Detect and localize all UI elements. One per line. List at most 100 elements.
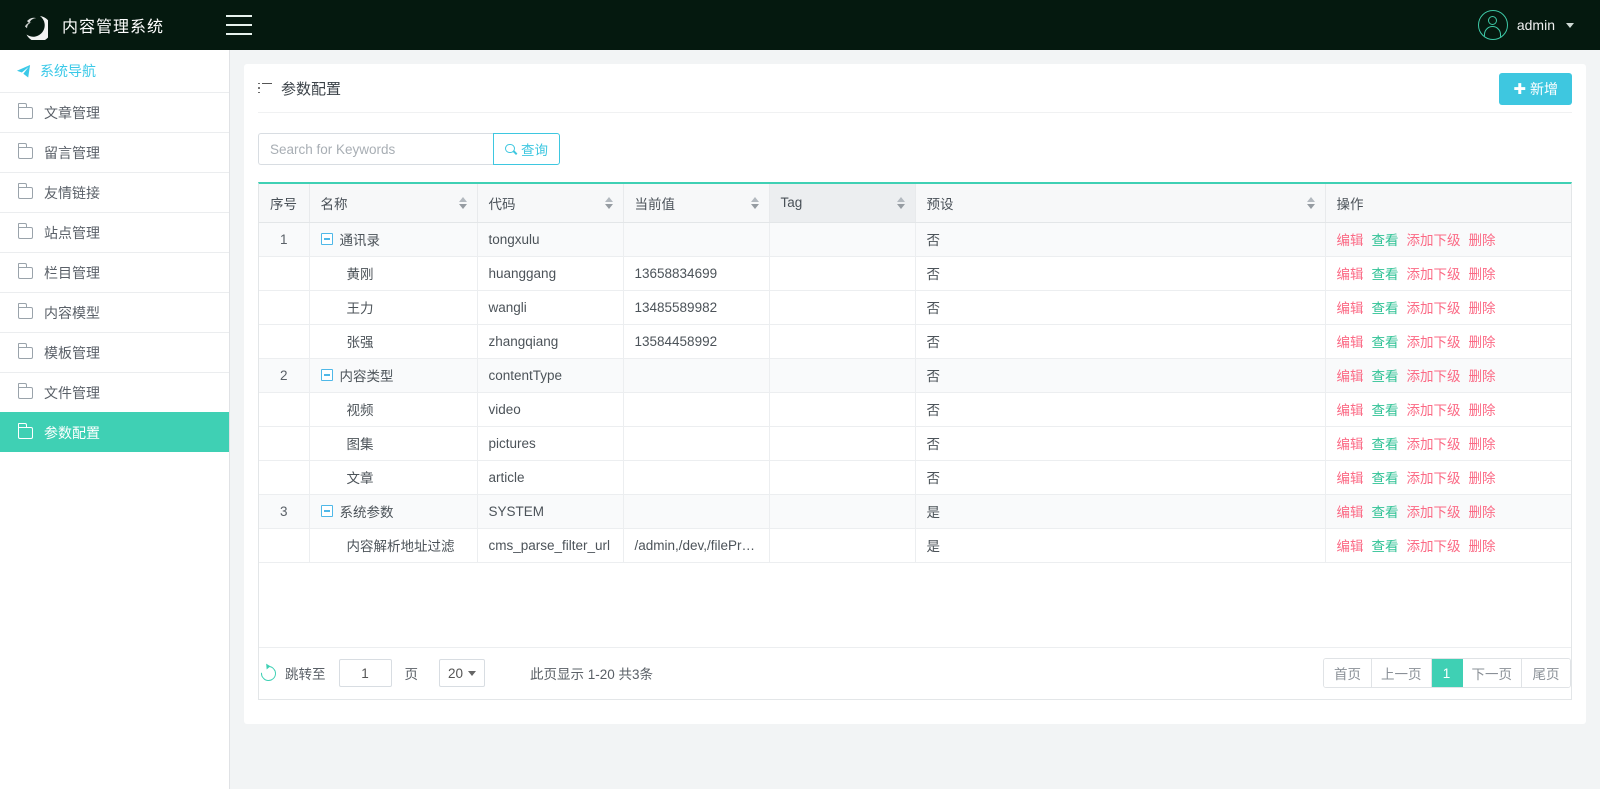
table-empty-space	[259, 562, 1571, 647]
action-link-0[interactable]: 编辑	[1337, 501, 1364, 521]
action-link-2[interactable]: 添加下级	[1407, 365, 1461, 385]
action-link-3[interactable]: 删除	[1469, 229, 1496, 249]
hamburger-icon[interactable]	[226, 15, 253, 35]
column-header-3[interactable]: 当前值	[623, 184, 770, 223]
action-link-2[interactable]: 添加下级	[1407, 501, 1461, 521]
cell-code: article	[477, 460, 624, 495]
column-header-0: 序号	[259, 184, 310, 223]
action-link-3[interactable]: 删除	[1469, 501, 1496, 521]
action-link-1[interactable]: 查看	[1372, 331, 1399, 351]
action-link-1[interactable]: 查看	[1372, 399, 1399, 419]
tree-collapse-icon[interactable]	[320, 369, 333, 381]
sidebar-item-0[interactable]: 文章管理	[0, 92, 229, 132]
sidebar-item-5[interactable]: 内容模型	[0, 292, 229, 332]
action-link-0[interactable]: 编辑	[1337, 399, 1364, 419]
add-button[interactable]: ✚ 新增	[1499, 73, 1572, 105]
action-link-2[interactable]: 添加下级	[1407, 535, 1461, 555]
cell-name-label: 视频	[346, 403, 374, 418]
column-header-6: 操作	[1325, 184, 1571, 223]
sidebar-item-1[interactable]: 留言管理	[0, 132, 229, 172]
column-header-2[interactable]: 代码	[477, 184, 624, 223]
column-header-5[interactable]: 预设	[915, 184, 1326, 223]
cell-name: 文章	[309, 460, 478, 495]
column-header-label: 操作	[1336, 196, 1364, 212]
action-link-2[interactable]: 添加下级	[1407, 229, 1461, 249]
sort-arrows-icon[interactable]	[750, 196, 760, 210]
pagination-button-4[interactable]: 尾页	[1522, 659, 1570, 687]
action-link-3[interactable]: 删除	[1469, 297, 1496, 317]
action-link-0[interactable]: 编辑	[1337, 467, 1364, 487]
search-input[interactable]	[258, 133, 493, 165]
action-link-1[interactable]: 查看	[1372, 365, 1399, 385]
tree-collapse-icon[interactable]	[320, 505, 333, 517]
paper-plane-icon	[16, 64, 31, 79]
action-link-3[interactable]: 删除	[1469, 365, 1496, 385]
action-link-3[interactable]: 删除	[1469, 535, 1496, 555]
table-row: 2 内容类型 contentType 否编辑 查看 添加下级 删除	[259, 358, 1571, 393]
action-link-3[interactable]: 删除	[1469, 399, 1496, 419]
sort-arrows-icon[interactable]	[604, 196, 614, 210]
cell-code: huanggang	[477, 256, 624, 291]
search-button[interactable]: 查询	[493, 133, 560, 165]
cell-preset: 否	[915, 358, 1326, 393]
sidebar-item-8[interactable]: 参数配置	[0, 412, 229, 452]
sidebar-item-3[interactable]: 站点管理	[0, 212, 229, 252]
action-link-0[interactable]: 编辑	[1337, 263, 1364, 283]
sort-arrows-icon[interactable]	[1306, 196, 1316, 210]
cell-actions: 编辑 查看 添加下级 删除	[1325, 256, 1571, 291]
jump-page-input[interactable]	[338, 659, 392, 687]
sidebar-item-2[interactable]: 友情链接	[0, 172, 229, 212]
cell-name: 张强	[309, 324, 478, 359]
column-header-label: 预设	[926, 196, 954, 212]
hamburger-bar	[226, 15, 253, 17]
action-link-2[interactable]: 添加下级	[1407, 433, 1461, 453]
column-header-4[interactable]: Tag	[769, 184, 916, 223]
action-link-2[interactable]: 添加下级	[1407, 467, 1461, 487]
cell-name: 图集	[309, 426, 478, 461]
cell-actions: 编辑 查看 添加下级 删除	[1325, 324, 1571, 359]
action-link-2[interactable]: 添加下级	[1407, 297, 1461, 317]
pagination-button-2[interactable]: 1	[1431, 659, 1463, 687]
pagination-button-1[interactable]: 上一页	[1372, 659, 1432, 687]
action-link-0[interactable]: 编辑	[1337, 365, 1364, 385]
table-row: 张强 zhangqiang 13584458992 否编辑 查看 添加下级 删除	[259, 324, 1571, 359]
table-row: 视频 video 否编辑 查看 添加下级 删除	[259, 392, 1571, 427]
pagination-button-0[interactable]: 首页	[1324, 659, 1372, 687]
tree-collapse-icon[interactable]	[320, 233, 333, 245]
action-link-1[interactable]: 查看	[1372, 467, 1399, 487]
action-link-2[interactable]: 添加下级	[1407, 263, 1461, 283]
action-link-3[interactable]: 删除	[1469, 263, 1496, 283]
action-link-0[interactable]: 编辑	[1337, 535, 1364, 555]
folder-icon	[17, 143, 33, 159]
action-link-1[interactable]: 查看	[1372, 433, 1399, 453]
action-link-0[interactable]: 编辑	[1337, 331, 1364, 351]
sidebar-item-label: 参数配置	[44, 424, 100, 441]
sort-arrows-icon[interactable]	[458, 196, 468, 210]
action-link-3[interactable]: 删除	[1469, 467, 1496, 487]
action-link-1[interactable]: 查看	[1372, 263, 1399, 283]
action-link-2[interactable]: 添加下级	[1407, 399, 1461, 419]
sort-arrows-icon[interactable]	[896, 196, 906, 210]
action-link-2[interactable]: 添加下级	[1407, 331, 1461, 351]
column-header-1[interactable]: 名称	[309, 184, 478, 223]
cell-preset: 否	[915, 392, 1326, 427]
table-row: 1 通讯录 tongxulu 否编辑 查看 添加下级 删除	[259, 222, 1571, 257]
action-link-3[interactable]: 删除	[1469, 331, 1496, 351]
action-link-1[interactable]: 查看	[1372, 229, 1399, 249]
sidebar-item-label: 留言管理	[44, 144, 100, 161]
user-menu[interactable]: admin	[1477, 0, 1574, 50]
sidebar-item-7[interactable]: 文件管理	[0, 372, 229, 412]
page-size-select[interactable]: 20	[439, 659, 485, 687]
action-link-3[interactable]: 删除	[1469, 433, 1496, 453]
action-link-0[interactable]: 编辑	[1337, 433, 1364, 453]
sidebar-item-4[interactable]: 栏目管理	[0, 252, 229, 292]
action-link-1[interactable]: 查看	[1372, 501, 1399, 521]
action-link-0[interactable]: 编辑	[1337, 229, 1364, 249]
action-link-1[interactable]: 查看	[1372, 535, 1399, 555]
pagination-button-3[interactable]: 下一页	[1462, 659, 1522, 687]
refresh-icon[interactable]	[257, 662, 280, 684]
action-link-1[interactable]: 查看	[1372, 297, 1399, 317]
sidebar-item-6[interactable]: 模板管理	[0, 332, 229, 372]
cell-tag	[769, 494, 916, 529]
action-link-0[interactable]: 编辑	[1337, 297, 1364, 317]
